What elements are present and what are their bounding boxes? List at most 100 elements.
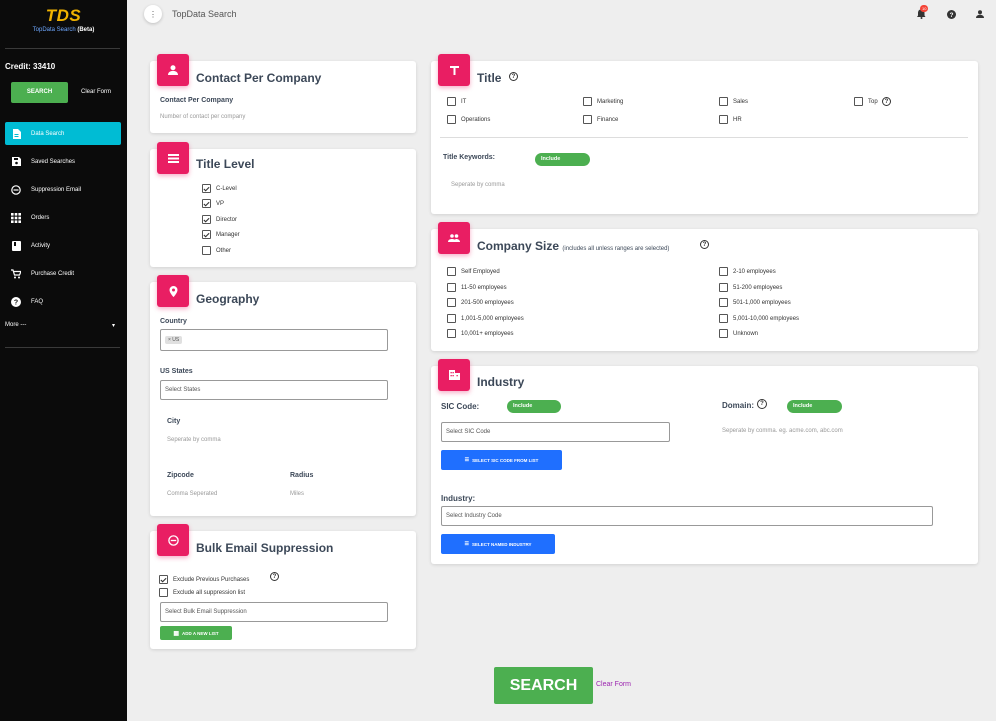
- help-icon: ?: [946, 9, 956, 19]
- help-button[interactable]: ?: [946, 9, 956, 19]
- checkbox-label: Unknown: [733, 330, 759, 337]
- logo-text: TDS: [45, 6, 82, 25]
- checkbox-label: 5,001-10,000 employees: [733, 315, 800, 322]
- exclude-all-suppression-checkbox[interactable]: Exclude all suppression list: [159, 588, 245, 597]
- checkbox-label: HR: [733, 116, 742, 123]
- sidebar-item-faq[interactable]: ? FAQ: [5, 290, 121, 313]
- select-sic-code-button[interactable]: ☰ SELECT SIC CODE FROM LIST: [441, 450, 562, 470]
- sidebar-item-saved-searches[interactable]: Saved Searches: [5, 150, 121, 173]
- sidebar-item-suppression-email[interactable]: Suppression Email: [5, 178, 121, 201]
- svg-text:?: ?: [949, 11, 953, 18]
- city-input[interactable]: Seperate by comma: [167, 437, 221, 443]
- sidebar-search-button[interactable]: SEARCH: [11, 82, 68, 103]
- sidebar-item-label: Suppression Email: [31, 186, 82, 193]
- help-icon[interactable]: ?: [509, 72, 518, 81]
- more-menu[interactable]: More --- ▾: [5, 322, 115, 329]
- card-title: Title: [477, 71, 502, 85]
- logo[interactable]: TDS TopData Search (Beta): [0, 6, 127, 33]
- sidebar-item-data-search[interactable]: Data Search: [5, 122, 121, 145]
- size-self-employed-checkbox[interactable]: Self Employed: [447, 267, 500, 276]
- exclude-previous-purchases-checkbox[interactable]: Exclude Previous Purchases: [159, 575, 249, 584]
- cart-icon: [11, 268, 21, 279]
- industry-code-select[interactable]: Select Industry Code: [441, 506, 933, 526]
- checkbox-label: Self Employed: [461, 268, 500, 275]
- bulk-email-suppression-select[interactable]: Select Bulk Email Suppression: [160, 602, 388, 622]
- title-sales-checkbox[interactable]: Sales: [719, 97, 748, 106]
- title-level-other-checkbox[interactable]: Other: [202, 246, 231, 255]
- checkbox-label: 2-10 employees: [733, 268, 776, 275]
- domain-include-toggle[interactable]: Include: [787, 400, 842, 413]
- title-keywords-include-toggle[interactable]: Include: [535, 153, 590, 166]
- sidebar-clear-form-link[interactable]: Clear Form: [81, 89, 111, 95]
- help-icon[interactable]: ?: [757, 399, 767, 409]
- title-level-vp-checkbox[interactable]: VP: [202, 199, 224, 208]
- sidebar-item-label: Saved Searches: [31, 158, 76, 165]
- size-11-50-checkbox[interactable]: 11-50 employees: [447, 283, 507, 292]
- size-10001-plus-checkbox[interactable]: 10,001+ employees: [447, 329, 514, 338]
- checkbox-label: Director: [216, 216, 238, 223]
- size-unknown-checkbox[interactable]: Unknown: [719, 329, 758, 338]
- help-icon[interactable]: ?: [700, 240, 709, 249]
- sic-code-select[interactable]: Select SIC Code: [441, 422, 670, 442]
- text-format-icon: [438, 54, 470, 86]
- size-201-500-checkbox[interactable]: 201-500 employees: [447, 298, 514, 307]
- title-it-checkbox[interactable]: IT: [447, 97, 466, 106]
- checkbox-label: Finance: [597, 116, 619, 123]
- contact-per-company-input[interactable]: Number of contact per company: [160, 114, 245, 120]
- size-501-1000-checkbox[interactable]: 501-1,000 employees: [719, 298, 791, 307]
- contact-per-company-card: Contact Per Company Contact Per Company …: [150, 54, 416, 133]
- title-level-card: Title Level C-Level VP Director Manager …: [150, 142, 416, 267]
- add-list-icon: ▦: [173, 630, 179, 637]
- menu-toggle-button[interactable]: ⋮: [144, 5, 162, 23]
- city-label: City: [167, 418, 181, 425]
- company-size-note: (includes all unless ranges are selected…: [562, 246, 670, 252]
- account-button[interactable]: [975, 9, 985, 19]
- checkbox-label: Sales: [733, 98, 749, 105]
- sidebar-item-purchase-credit[interactable]: Purchase Credit: [5, 262, 121, 285]
- sidebar-item-activity[interactable]: Activity: [5, 234, 121, 257]
- card-title: Bulk Email Suppression: [196, 541, 334, 555]
- add-new-list-button[interactable]: ▦ ADD A NEW LIST: [160, 626, 232, 640]
- button-label: ADD A NEW LIST: [182, 630, 219, 636]
- select-named-industry-button[interactable]: ☰ SELECT NAMED INDUSTRY: [441, 534, 555, 554]
- sidebar-item-orders[interactable]: Orders: [5, 206, 121, 229]
- size-5001-10000-checkbox[interactable]: 5,001-10,000 employees: [719, 314, 799, 323]
- title-marketing-checkbox[interactable]: Marketing: [583, 97, 623, 106]
- title-level-c-level-checkbox[interactable]: C-Level: [202, 184, 237, 193]
- sidebar: TDS TopData Search (Beta) Credit: 33410 …: [0, 0, 127, 721]
- title-operations-checkbox[interactable]: Operations: [447, 115, 490, 124]
- checkbox-label: 501-1,000 employees: [733, 299, 791, 306]
- domain-input[interactable]: Seperate by comma. eg. acme.com, abc.com: [722, 428, 843, 434]
- clear-form-link[interactable]: Clear Form: [596, 681, 631, 688]
- card-title: Geography: [196, 292, 260, 306]
- checkbox-label: C-Level: [216, 185, 237, 192]
- title-top-checkbox[interactable]: Top: [854, 97, 878, 106]
- checkbox-label: 1,001-5,000 employees: [461, 315, 524, 322]
- title-finance-checkbox[interactable]: Finance: [583, 115, 618, 124]
- logo-subtitle: TopData Search (Beta): [32, 27, 95, 33]
- help-icon[interactable]: ?: [270, 572, 279, 581]
- title-keywords-input[interactable]: Seperate by comma: [451, 182, 505, 188]
- title-hr-checkbox[interactable]: HR: [719, 115, 742, 124]
- sic-include-toggle[interactable]: Include: [507, 400, 561, 413]
- help-icon[interactable]: ?: [882, 97, 891, 106]
- sidebar-item-label: Purchase Credit: [31, 270, 75, 277]
- size-1001-5000-checkbox[interactable]: 1,001-5,000 employees: [447, 314, 524, 323]
- company-size-title: Company Size: [477, 239, 560, 253]
- sidebar-nav: Data Search Saved Searches Suppression E…: [5, 122, 121, 318]
- sidebar-item-label: FAQ: [31, 298, 44, 305]
- notification-count-badge: 10: [920, 5, 929, 12]
- country-chip[interactable]: × US: [165, 336, 183, 344]
- notifications-button[interactable]: 10: [916, 5, 929, 19]
- title-keywords-label: Title Keywords:: [443, 154, 495, 161]
- size-2-10-checkbox[interactable]: 2-10 employees: [719, 267, 776, 276]
- title-level-manager-checkbox[interactable]: Manager: [202, 230, 240, 239]
- size-51-200-checkbox[interactable]: 51-200 employees: [719, 283, 782, 292]
- search-button[interactable]: SEARCH: [494, 667, 593, 704]
- us-states-select[interactable]: Select States: [160, 380, 388, 400]
- title-level-director-checkbox[interactable]: Director: [202, 215, 237, 224]
- country-select[interactable]: × US: [160, 329, 388, 351]
- zipcode-input[interactable]: Comma Seperated: [167, 491, 217, 497]
- radius-input[interactable]: Miles: [290, 491, 304, 497]
- document-icon: [11, 128, 21, 139]
